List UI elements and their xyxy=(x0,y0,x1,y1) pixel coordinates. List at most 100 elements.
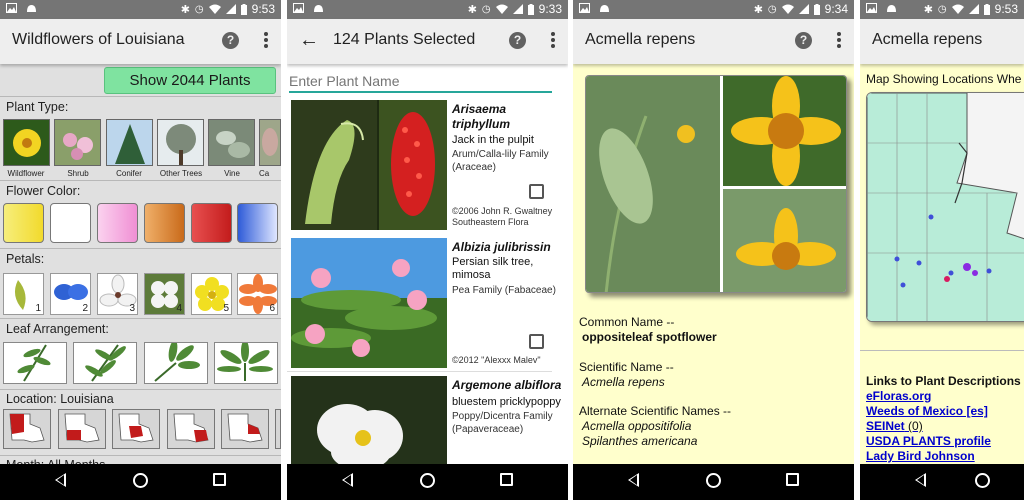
common-name: Jack in the pulpit xyxy=(452,134,534,146)
notification-icons xyxy=(6,3,37,16)
system-icons: ✱ ◷ 9:53 xyxy=(924,2,1018,16)
page-title: 124 Plants Selected xyxy=(333,31,476,48)
more-vert-icon[interactable] xyxy=(834,30,844,50)
more-vert-icon[interactable] xyxy=(548,30,558,50)
petal-count-1[interactable]: 1 xyxy=(3,273,44,315)
bluetooth-icon: ✱ xyxy=(180,3,190,16)
plant-photo xyxy=(291,100,447,230)
location-label: Location: Louisiana xyxy=(6,392,114,406)
petal-count-4[interactable]: 4 xyxy=(144,273,185,315)
nav-recents-icon[interactable] xyxy=(500,473,513,486)
wifi-icon xyxy=(781,4,794,14)
petal-count-2[interactable]: 2 xyxy=(50,273,91,315)
location-region-sw[interactable] xyxy=(58,409,106,449)
petal-count-3[interactable]: 3 xyxy=(97,273,138,315)
wifi-icon xyxy=(951,4,964,14)
alternate-name: Acmella oppositifolia xyxy=(582,419,692,433)
screen-plant-map: ✱ ◷ 9:53 Acmella repens Map Showing Loca… xyxy=(860,0,1024,500)
petal-count-6[interactable]: 6 xyxy=(237,273,278,315)
leaf-opposite[interactable] xyxy=(73,342,137,384)
color-white-swatch[interactable] xyxy=(50,203,91,243)
android-icon xyxy=(27,5,37,12)
links-heading: Links to Plant Descriptions xyxy=(866,374,1021,388)
common-name-value: oppositeleaf spotflower xyxy=(582,330,717,344)
color-red-swatch[interactable] xyxy=(191,203,232,243)
navigation-bar xyxy=(860,464,1024,500)
link-usda-plants[interactable]: USDA PLANTS profile xyxy=(866,434,991,448)
link-efloras[interactable]: eFloras.org xyxy=(866,389,931,403)
plant-detail-panel: Common Name -- oppositeleaf spotflower S… xyxy=(573,64,854,464)
notification-icons xyxy=(866,3,897,16)
image-icon xyxy=(293,3,304,13)
plant-name-search-input[interactable] xyxy=(289,70,552,93)
link-weeds-of-mexico[interactable]: Weeds of Mexico [es] xyxy=(866,404,988,418)
petals-label: Petals: xyxy=(6,252,45,266)
help-icon[interactable]: ? xyxy=(795,32,812,49)
select-checkbox[interactable] xyxy=(529,184,544,199)
nav-recents-icon[interactable] xyxy=(213,473,226,486)
link-count: (0) xyxy=(904,419,923,433)
list-item[interactable]: Arisaema triphyllum Jack in the pulpit A… xyxy=(287,96,568,233)
help-icon[interactable]: ? xyxy=(509,32,526,49)
plant-map-panel: Map Showing Locations Whe Links to Plant… xyxy=(860,64,1024,464)
color-orange-swatch[interactable] xyxy=(144,203,185,243)
location-region-se[interactable] xyxy=(167,409,215,449)
app-bar: ← 124 Plants Selected ? xyxy=(287,19,568,64)
show-plants-button[interactable]: Show 2044 Plants xyxy=(104,67,276,94)
plant-photo xyxy=(291,376,447,468)
list-item[interactable]: Argemone albiflora bluestem pricklypoppy… xyxy=(287,372,568,468)
app-bar: Wildflowers of Louisiana ? xyxy=(0,19,281,64)
wifi-icon xyxy=(208,4,221,14)
plant-type-conifer[interactable] xyxy=(106,119,153,166)
select-checkbox[interactable] xyxy=(529,334,544,349)
notification-icons xyxy=(293,3,324,16)
location-region-more[interactable] xyxy=(275,409,281,449)
nav-recents-icon[interactable] xyxy=(786,473,799,486)
more-vert-icon[interactable] xyxy=(261,30,271,50)
distribution-map[interactable] xyxy=(866,92,1024,322)
link-lady-bird-johnson[interactable]: Lady Bird Johnson xyxy=(866,449,975,463)
help-icon[interactable]: ? xyxy=(222,32,239,49)
page-title: Wildflowers of Louisiana xyxy=(12,31,185,48)
color-pink-swatch[interactable] xyxy=(97,203,138,243)
nav-back-icon[interactable] xyxy=(55,473,66,487)
plant-type-caption: Conifer xyxy=(116,169,142,178)
plant-type-caption: Wildflower xyxy=(7,169,45,178)
clock: 9:34 xyxy=(824,2,848,16)
color-blue-swatch[interactable] xyxy=(237,203,278,243)
plant-type-cactus[interactable] xyxy=(259,119,281,166)
location-region-ne[interactable] xyxy=(221,409,269,449)
plant-type-vine[interactable] xyxy=(208,119,255,166)
signal-icon xyxy=(798,4,809,14)
scientific-name: Arisaema triphyllum xyxy=(452,102,511,131)
arrow-back-icon[interactable]: ← xyxy=(299,29,319,52)
color-yellow-swatch[interactable] xyxy=(3,203,44,243)
leaf-whorled[interactable] xyxy=(144,340,208,384)
nav-back-icon[interactable] xyxy=(628,473,639,487)
nav-back-icon[interactable] xyxy=(915,473,926,487)
nav-back-icon[interactable] xyxy=(342,473,353,487)
nav-home-icon[interactable] xyxy=(975,473,990,488)
location-region-nw[interactable] xyxy=(3,409,51,449)
battery-icon xyxy=(527,3,534,15)
alarm-icon: ◷ xyxy=(194,3,204,15)
leaf-alternate[interactable] xyxy=(3,342,67,384)
nav-home-icon[interactable] xyxy=(706,473,721,488)
plant-photo-collage[interactable] xyxy=(585,75,847,293)
system-icons: ✱ ◷ 9:53 xyxy=(181,2,275,16)
location-region-central[interactable] xyxy=(112,409,160,449)
nav-home-icon[interactable] xyxy=(133,473,148,488)
list-item[interactable]: Albizia julibrissin Persian silk tree, m… xyxy=(287,234,568,371)
nav-home-icon[interactable] xyxy=(420,473,435,488)
leaf-arrangement-label: Leaf Arrangement: xyxy=(6,322,109,336)
scientific-name-value: Acmella repens xyxy=(582,375,665,389)
plant-type-wildflower[interactable] xyxy=(3,119,50,166)
plant-type-other-trees[interactable] xyxy=(157,119,204,166)
leaf-palmate[interactable] xyxy=(214,340,278,384)
plant-type-shrub[interactable] xyxy=(54,119,101,166)
signal-icon xyxy=(512,4,523,14)
link-seinet[interactable]: SEINet (0) xyxy=(866,419,923,433)
common-name: Persian silk tree, mimosa xyxy=(452,256,534,281)
alternate-names-label: Alternate Scientific Names -- xyxy=(579,404,732,418)
petal-count-5[interactable]: 5 xyxy=(191,273,232,315)
